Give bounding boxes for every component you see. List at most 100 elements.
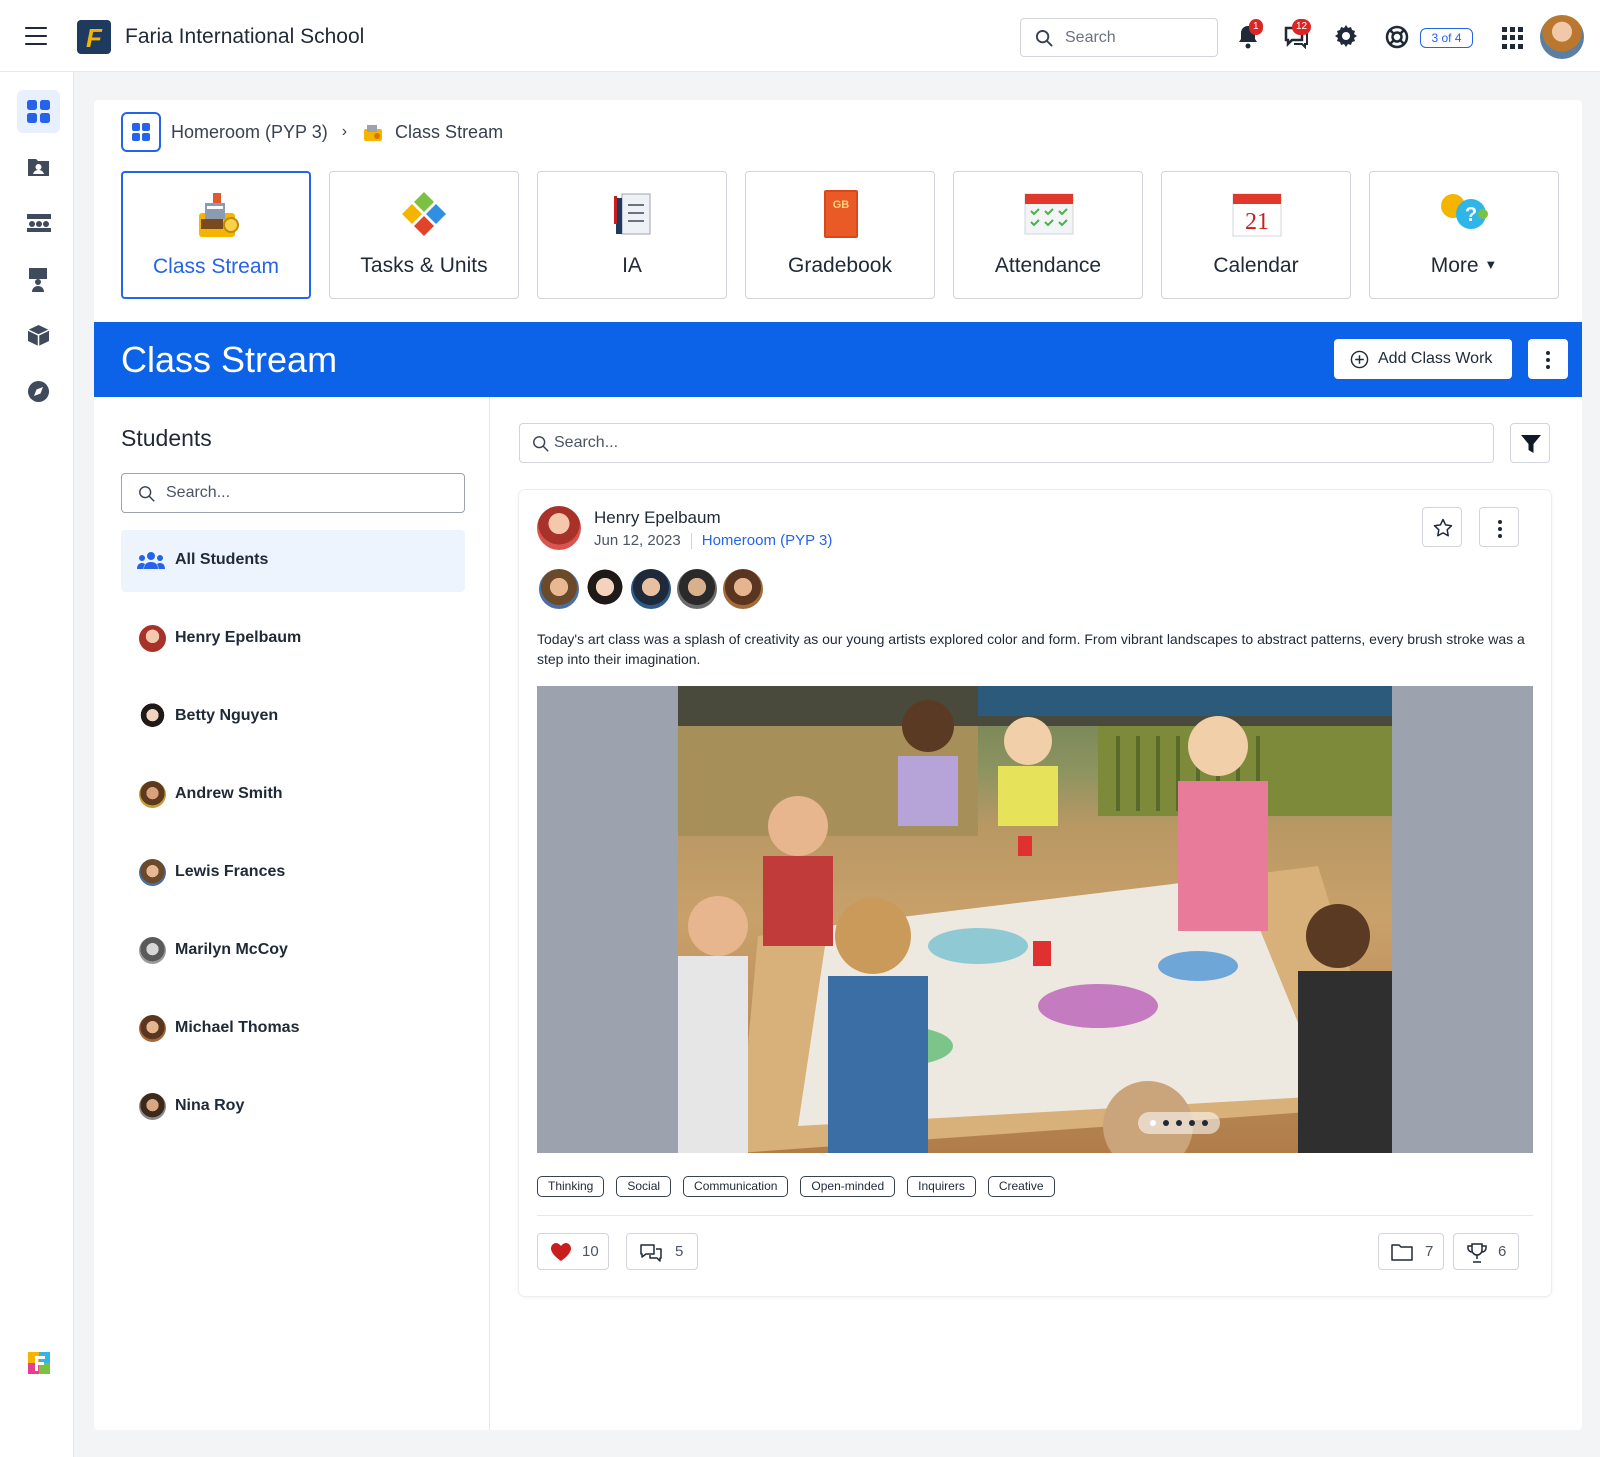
post-tag[interactable]: Open-minded — [800, 1176, 896, 1197]
compass-icon — [28, 381, 49, 402]
add-class-work-button[interactable]: Add Class Work — [1334, 339, 1512, 379]
faria-apps-logo-icon[interactable] — [28, 1352, 50, 1374]
folders-button[interactable]: 7 — [1378, 1233, 1444, 1270]
classroom-icon — [27, 214, 51, 232]
dashboard-grid-icon — [27, 100, 50, 123]
art-class-photo — [678, 686, 1392, 1153]
notification-count-badge: 1 — [1249, 19, 1263, 35]
comments-button[interactable]: 5 — [626, 1233, 698, 1270]
tile-label: Class Stream — [152, 255, 280, 278]
post-divider — [537, 1215, 1533, 1216]
tile-class-stream[interactable]: Class Stream — [121, 171, 311, 299]
settings-gear-icon[interactable] — [1334, 24, 1358, 53]
breadcrumb-current: Class Stream — [395, 121, 504, 142]
tile-more[interactable]: ? More ▼ — [1369, 171, 1559, 299]
class-tiles: Class Stream Tasks & Units IA GB Gradebo… — [121, 171, 1559, 299]
student-list-item[interactable]: Lewis Frances — [121, 847, 465, 897]
message-count-badge: 12 — [1292, 19, 1312, 35]
student-name: Betty Nguyen — [175, 707, 279, 724]
comments-icon — [640, 1244, 662, 1262]
tile-calendar[interactable]: 21 Calendar — [1161, 171, 1351, 299]
post-tag[interactable]: Communication — [683, 1176, 789, 1197]
favorite-button[interactable] — [1422, 507, 1462, 547]
vertical-dots-icon — [1498, 520, 1502, 541]
student-search-placeholder: Search... — [166, 484, 231, 501]
student-name: Marilyn McCoy — [175, 941, 288, 958]
student-avatar — [139, 625, 166, 652]
carousel-dots[interactable] — [1138, 1112, 1220, 1134]
awards-button[interactable]: 6 — [1453, 1233, 1519, 1270]
class-stream-small-icon — [364, 125, 383, 141]
tour-progress-pill[interactable]: 3 of 4 — [1420, 28, 1473, 48]
student-list-item[interactable]: Henry Epelbaum — [121, 613, 465, 663]
tagged-student-avatar[interactable] — [675, 567, 719, 611]
breadcrumb-home-button[interactable] — [121, 112, 161, 152]
breadcrumb-parent-link[interactable]: Homeroom (PYP 3) — [171, 122, 328, 143]
user-avatar[interactable] — [1540, 15, 1584, 59]
post-tag[interactable]: Creative — [987, 1176, 1055, 1197]
tile-ia[interactable]: IA — [537, 171, 727, 299]
calendar-day-number: 21 — [1245, 209, 1269, 235]
tile-label: Tasks & Units — [360, 254, 488, 277]
filter-button[interactable] — [1510, 423, 1550, 463]
banner-more-button[interactable] — [1528, 339, 1568, 379]
like-button[interactable]: 10 — [537, 1233, 609, 1270]
folder-count: 7 — [1425, 1243, 1434, 1260]
feed-search-input[interactable]: Search... — [519, 423, 1494, 463]
post-author[interactable]: Henry Epelbaum — [594, 508, 721, 528]
post-date: Jun 12, 2023 — [594, 532, 681, 549]
left-nav-rail — [0, 72, 74, 1457]
hamburger-menu-icon[interactable] — [25, 27, 47, 45]
vertical-dots-icon — [1546, 351, 1550, 372]
post-media-carousel[interactable] — [537, 686, 1533, 1153]
post-tag[interactable]: Thinking — [537, 1176, 605, 1197]
all-students-item[interactable]: All Students — [121, 530, 465, 592]
all-students-label: All Students — [175, 551, 269, 568]
student-name: Andrew Smith — [175, 785, 283, 802]
post-options-button[interactable] — [1479, 507, 1519, 547]
class-stream-icon — [199, 193, 239, 237]
tile-label: IA — [622, 254, 642, 277]
banner-title: Class Stream — [121, 339, 338, 380]
rail-students[interactable] — [17, 146, 60, 189]
tagged-students — [537, 567, 765, 611]
help-lifebuoy-icon[interactable] — [1385, 25, 1409, 54]
student-search-input[interactable]: Search... — [121, 473, 465, 513]
student-list-item[interactable]: Betty Nguyen — [121, 691, 465, 741]
rail-dashboard[interactable] — [17, 90, 60, 133]
post-tag[interactable]: Inquirers — [907, 1176, 976, 1197]
folder-icon — [1391, 1244, 1413, 1261]
rail-explore[interactable] — [17, 370, 60, 413]
users-group-icon — [137, 552, 165, 569]
rail-classes[interactable] — [17, 202, 60, 245]
student-list-item[interactable]: Nina Roy — [121, 1081, 465, 1131]
global-search-input[interactable]: Search — [1020, 18, 1218, 57]
tagged-student-avatar[interactable] — [721, 567, 765, 611]
faria-logo[interactable]: F — [77, 20, 111, 54]
post-author-avatar[interactable] — [537, 506, 581, 550]
rail-resources[interactable] — [17, 314, 60, 357]
student-list-item[interactable]: Marilyn McCoy — [121, 925, 465, 975]
post-class-link[interactable]: Homeroom (PYP 3) — [702, 532, 833, 549]
feed-search-placeholder: Search... — [554, 434, 619, 451]
apps-icon — [132, 123, 150, 141]
tagged-student-avatar[interactable] — [537, 567, 581, 611]
comment-count: 5 — [675, 1243, 684, 1260]
apps-grid-icon[interactable] — [1502, 27, 1524, 49]
more-label: More — [1430, 254, 1479, 277]
calendar-icon: 21 — [1232, 193, 1282, 237]
tile-tasks-units[interactable]: Tasks & Units — [329, 171, 519, 299]
post-meta: Jun 12, 2023 Homeroom (PYP 3) — [594, 532, 832, 549]
student-name: Lewis Frances — [175, 863, 286, 880]
gradebook-cover-text: GB — [833, 199, 850, 211]
rail-teaching[interactable] — [17, 258, 60, 301]
tagged-student-avatar[interactable] — [629, 567, 673, 611]
tile-attendance[interactable]: Attendance — [953, 171, 1143, 299]
tile-label: More ▼ — [1370, 254, 1558, 278]
student-list-item[interactable]: Andrew Smith — [121, 769, 465, 819]
tile-gradebook[interactable]: GB Gradebook — [745, 171, 935, 299]
student-list-item[interactable]: Michael Thomas — [121, 1003, 465, 1053]
post-tag[interactable]: Social — [616, 1176, 672, 1197]
main-panel: Homeroom (PYP 3) › Class Stream Class St… — [94, 100, 1582, 1430]
tagged-student-avatar[interactable] — [583, 567, 627, 611]
